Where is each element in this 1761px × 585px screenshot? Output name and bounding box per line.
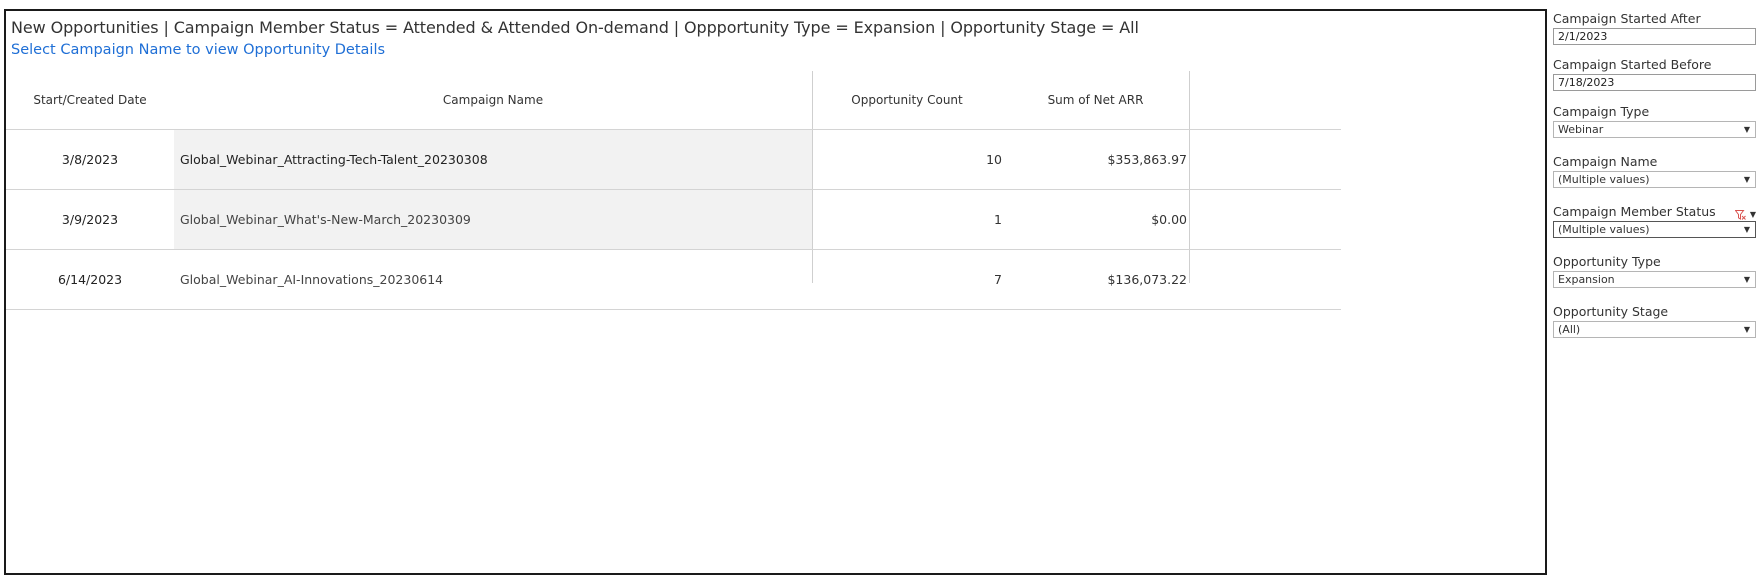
cell-opportunity-count: 7: [994, 272, 1002, 287]
date-input-started-after[interactable]: 2/1/2023: [1553, 28, 1756, 45]
dropdown-value: (Multiple values): [1558, 223, 1650, 236]
filter-campaign-name: Campaign Name (Multiple values) ▼: [1553, 153, 1759, 188]
header-opportunity-count[interactable]: Opportunity Count: [812, 71, 1002, 129]
header-start-created-date[interactable]: Start/Created Date: [6, 71, 174, 129]
opportunity-type-dropdown[interactable]: Expansion ▼: [1553, 271, 1756, 288]
cell-date: 3/8/2023: [61, 152, 119, 167]
cell-date: 3/9/2023: [61, 212, 119, 227]
table-header-row: Start/Created Date Campaign Name Opportu…: [6, 71, 1341, 129]
viz-subtitle-instruction: Select Campaign Name to view Opportunity…: [11, 42, 386, 58]
dropdown-value: Expansion: [1558, 273, 1615, 286]
cell-net-arr: $0.00: [1151, 212, 1187, 227]
filter-opportunity-type: Opportunity Type Expansion ▼: [1553, 253, 1759, 288]
dropdown-caret-icon: ▼: [1743, 275, 1750, 284]
cell-campaign-name[interactable]: Global_Webinar_AI-Innovations_20230614: [174, 250, 812, 309]
cell-date: 6/14/2023: [57, 272, 123, 287]
viz-container: New Opportunities | Campaign Member Stat…: [4, 9, 1547, 575]
opportunity-stage-dropdown[interactable]: (All) ▼: [1553, 321, 1756, 338]
campaign-name-dropdown[interactable]: (Multiple values) ▼: [1553, 171, 1756, 188]
table-row[interactable]: 3/8/2023 Global_Webinar_Attracting-Tech-…: [6, 129, 1341, 189]
filter-label: Campaign Name: [1553, 154, 1658, 169]
filter-campaign-type: Campaign Type Webinar ▼: [1553, 103, 1759, 138]
table-row[interactable]: 3/9/2023 Global_Webinar_What's-New-March…: [6, 189, 1341, 249]
campaign-type-dropdown[interactable]: Webinar ▼: [1553, 121, 1756, 138]
filter-campaign-member-status: Campaign Member Status ▼ (Multiple value…: [1553, 203, 1759, 238]
dropdown-caret-icon: ▼: [1743, 125, 1750, 134]
filter-panel: Campaign Started After 2/1/2023 Campaign…: [1553, 10, 1759, 338]
dropdown-value: Webinar: [1558, 123, 1604, 136]
dropdown-caret-icon: ▼: [1743, 225, 1750, 234]
dropdown-caret-icon: ▼: [1743, 175, 1750, 184]
filter-menu-caret-icon[interactable]: ▼: [1750, 210, 1756, 219]
cell-net-arr: $136,073.22: [1107, 272, 1187, 287]
cell-opportunity-count: 1: [994, 212, 1002, 227]
filter-label: Opportunity Stage: [1553, 304, 1669, 319]
viz-title: New Opportunities | Campaign Member Stat…: [11, 18, 1139, 37]
dropdown-caret-icon: ▼: [1743, 325, 1750, 334]
filter-opportunity-stage: Opportunity Stage (All) ▼: [1553, 303, 1759, 338]
table-row[interactable]: 6/14/2023 Global_Webinar_AI-Innovations_…: [6, 249, 1341, 310]
dropdown-value: (Multiple values): [1558, 173, 1650, 186]
filter-label: Campaign Member Status: [1553, 204, 1716, 219]
cell-campaign-name[interactable]: Global_Webinar_Attracting-Tech-Talent_20…: [174, 130, 812, 189]
header-sum-net-arr[interactable]: Sum of Net ARR: [1002, 71, 1189, 129]
member-status-dropdown[interactable]: (Multiple values) ▼: [1553, 221, 1756, 238]
cell-net-arr: $353,863.97: [1107, 152, 1187, 167]
opportunities-table: Start/Created Date Campaign Name Opportu…: [6, 71, 1341, 310]
filter-campaign-started-after: Campaign Started After 2/1/2023: [1553, 10, 1759, 45]
header-campaign-name[interactable]: Campaign Name: [174, 71, 812, 129]
filter-label: Campaign Started Before: [1553, 57, 1712, 72]
cell-campaign-name[interactable]: Global_Webinar_What's-New-March_20230309: [174, 190, 812, 249]
filter-label: Campaign Type: [1553, 104, 1650, 119]
dropdown-value: (All): [1558, 323, 1581, 336]
filter-campaign-started-before: Campaign Started Before 7/18/2023: [1553, 56, 1759, 91]
filter-label: Campaign Started After: [1553, 11, 1701, 26]
filter-label: Opportunity Type: [1553, 254, 1661, 269]
cell-opportunity-count: 10: [986, 152, 1002, 167]
date-input-started-before[interactable]: 7/18/2023: [1553, 74, 1756, 91]
